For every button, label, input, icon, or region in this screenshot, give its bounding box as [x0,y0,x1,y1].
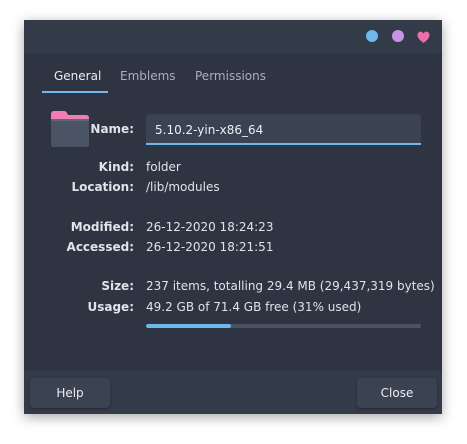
usage-value: 49.2 GB of 71.4 GB free (31% used) [146,300,362,314]
name-label: Name: [90,122,134,136]
size-label: Size: [101,279,134,293]
accessed-label: Accessed: [66,240,134,254]
close-window-button[interactable] [417,29,430,43]
usage-bar-fill [146,324,232,328]
location-label: Location: [71,180,134,194]
tab-permissions[interactable]: Permissions [195,69,266,83]
properties-window: General Emblems Permissions Name: Kind: … [24,20,442,414]
name-field[interactable] [146,114,421,145]
close-button[interactable]: Close [357,378,437,408]
size-value: 237 items, totalling 29.4 MB (29,437,319… [146,279,435,293]
minimize-button[interactable] [366,30,378,42]
heart-icon [417,31,430,43]
accessed-value: 26-12-2020 18:21:51 [146,240,274,254]
maximize-button[interactable] [392,30,404,42]
tab-general[interactable]: General [54,69,101,83]
modified-value: 26-12-2020 18:24:23 [146,220,274,234]
modified-label: Modified: [70,220,134,234]
usage-label: Usage: [87,300,134,314]
help-button[interactable]: Help [30,378,110,408]
usage-bar [146,324,421,328]
titlebar [24,20,442,53]
location-value: /lib/modules [146,180,220,194]
active-tab-indicator [42,91,108,93]
kind-value: folder [146,160,181,174]
tab-emblems[interactable]: Emblems [120,69,176,83]
kind-label: Kind: [98,160,134,174]
